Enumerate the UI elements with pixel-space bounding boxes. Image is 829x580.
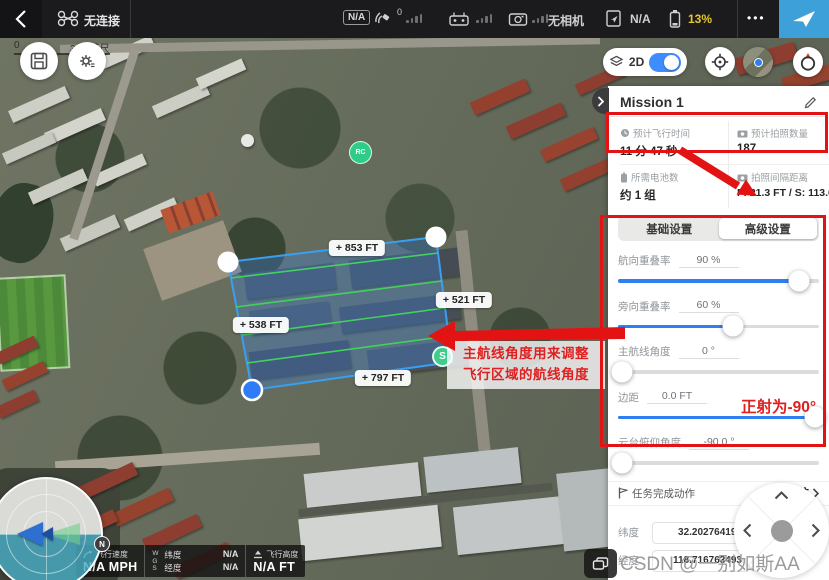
camera-signal-bars	[532, 14, 548, 23]
gimbal-pitch-value[interactable]: -90.0 °	[689, 436, 749, 450]
edge-length-label: + 797 FT	[355, 370, 411, 386]
rc-location-marker: RC	[349, 141, 372, 164]
gps-count: 0	[397, 7, 402, 17]
remote-controller-icon	[448, 10, 470, 27]
slider-thumb[interactable]	[612, 452, 633, 473]
nudge-right-button[interactable]	[811, 523, 820, 538]
slider-thumb[interactable]	[612, 361, 633, 382]
slider-course-overlap: 航向重叠率 90 %	[618, 247, 819, 293]
telemetry-altitude: 飞行高度 N/A FT	[245, 545, 305, 577]
chevron-right-icon	[597, 96, 604, 107]
nudge-center-handle[interactable]	[771, 520, 793, 542]
slider-settings: 航向重叠率 90 % 旁向重叠率 60 % 主航线角度 0 °	[608, 247, 829, 475]
more-menu-button[interactable]: •••	[747, 11, 766, 25]
flag-icon	[618, 487, 628, 499]
gimbal-pitch-slider[interactable]	[618, 461, 819, 465]
connection-status: 无连接	[84, 12, 120, 29]
camera-icon	[737, 173, 748, 182]
telemetry-coords: WGS 纬度N/A 经度N/A	[144, 545, 245, 577]
stat-flight-time: 预计飞行时间 11 分 47 秒	[620, 121, 728, 165]
altitude-icon	[253, 550, 263, 559]
settings-tabs: 基础设置 高级设置	[618, 216, 819, 241]
camera-status: 无相机	[548, 12, 584, 29]
gps-satellite-icon	[374, 10, 392, 27]
back-button[interactable]	[0, 0, 42, 38]
nudge-left-button[interactable]	[743, 523, 752, 538]
clock-icon	[620, 128, 630, 138]
aircraft-status-icon	[604, 9, 624, 28]
back-chevron-icon	[15, 9, 27, 29]
side-overlap-slider[interactable]	[618, 325, 819, 329]
annotation-gimbal-note: 正射为-90°	[741, 395, 816, 417]
takeoff-button[interactable]	[779, 0, 829, 38]
course-overlap-value[interactable]: 90 %	[679, 254, 739, 268]
gps-signal-bars	[406, 14, 422, 23]
slider-course-angle: 主航线角度 0 °	[618, 338, 819, 384]
wgs-label: WGS	[152, 550, 160, 572]
rc-signal-bars	[476, 14, 492, 23]
slider-thumb[interactable]	[788, 270, 809, 291]
stacked-maps-icon	[592, 557, 609, 571]
flight-mode-badge: N/A	[343, 10, 370, 25]
course-angle-value[interactable]: 0 °	[679, 345, 739, 359]
mission-stats: 预计飞行时间 11 分 47 秒 预计拍照数量 187	[608, 117, 829, 212]
tab-basic-settings[interactable]: 基础设置	[620, 218, 719, 239]
aircraft-heading-arrow	[17, 522, 43, 546]
camera-icon	[737, 129, 748, 138]
side-overlap-value[interactable]: 60 %	[679, 299, 739, 313]
top-status-bar: 无连接 N/A 0	[0, 0, 829, 38]
camera-icon	[508, 11, 528, 26]
edge-length-label: + 538 FT	[233, 317, 289, 333]
edge-length-label: + 853 FT	[329, 240, 385, 256]
course-angle-slider[interactable]	[618, 370, 819, 374]
aircraft-icon	[57, 10, 79, 27]
battery-icon	[620, 172, 628, 183]
edit-pencil-icon[interactable]	[804, 96, 817, 109]
north-badge: N	[94, 536, 110, 552]
course-overlap-slider[interactable]	[618, 279, 819, 283]
takeoff-plane-icon	[791, 8, 817, 30]
aircraft-status-value: N/A	[630, 12, 651, 26]
annotation-route-angle-note: 主航线角度用来调整 飞行区域的航线角度	[447, 341, 605, 389]
mission-title: Mission 1	[620, 94, 684, 110]
stat-photo-count: 预计拍照数量 187	[728, 121, 829, 165]
stat-battery-count: 所需电池数 约 1 组	[620, 165, 728, 208]
vertex-handle[interactable]	[426, 227, 447, 248]
telemetry-bar: 飞行速度 N/A MPH WGS 纬度N/A 经度N/A 飞行高度 N/A F	[76, 545, 305, 577]
slider-side-overlap: 旁向重叠率 60 %	[618, 293, 819, 339]
slider-thumb[interactable]	[722, 316, 743, 337]
vertex-handle-selected[interactable]	[242, 380, 262, 400]
app-screen: 0 375 英尺 2D	[0, 0, 829, 580]
margin-value[interactable]: 0.0 FT	[647, 390, 707, 404]
tab-advanced-settings[interactable]: 高级设置	[719, 218, 818, 239]
vertex-handle[interactable]	[218, 252, 239, 273]
battery-icon	[668, 9, 682, 29]
nudge-up-button[interactable]	[774, 491, 789, 500]
slider-gimbal-pitch: 云台俯仰角度 -90.0 °	[618, 429, 819, 475]
stat-photo-interval: 拍照间隔距离 F: 21.3 FT / S: 113.6 FT	[728, 165, 829, 208]
watermark: CSDN @一别如斯AA	[620, 549, 800, 576]
map-layers-button[interactable]	[584, 549, 617, 578]
battery-percent: 13%	[688, 12, 712, 26]
edge-length-label: + 521 FT	[436, 292, 492, 308]
